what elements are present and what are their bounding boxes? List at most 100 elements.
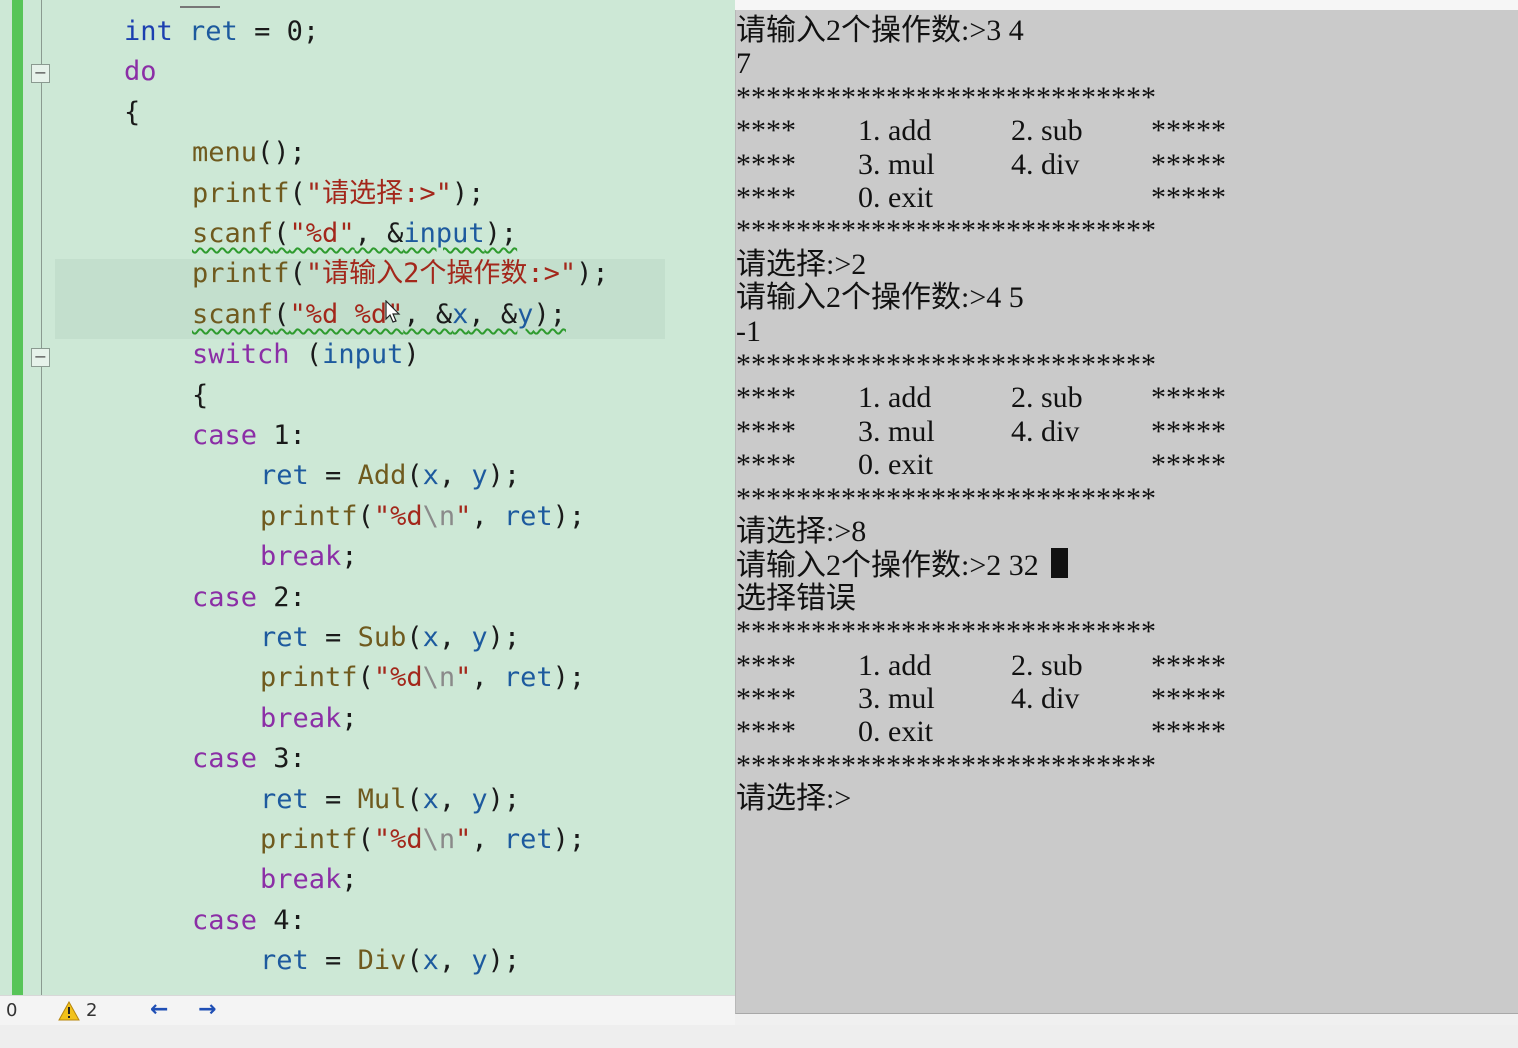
code-line[interactable]: int ret = 0;: [124, 12, 319, 52]
console-menu-cell: 0. exit: [858, 448, 933, 482]
console-menu-cell: 0. exit: [858, 715, 933, 749]
code-token: = 0;: [237, 16, 320, 47]
code-token: "%d: [373, 500, 423, 532]
code-line[interactable]: case 3:: [192, 739, 306, 779]
code-line[interactable]: printf("%d\n", ret);: [260, 820, 585, 860]
navigate-forward-button[interactable]: →: [198, 997, 216, 1022]
code-token: printf: [192, 177, 290, 209]
code-token: int: [124, 16, 173, 47]
code-token: );: [487, 460, 521, 492]
code-token: y: [471, 945, 488, 977]
code-line[interactable]: printf("%d\n", ret);: [260, 497, 585, 537]
code-line[interactable]: case 4:: [192, 901, 306, 941]
console-text: 请选择:>8: [736, 515, 867, 548]
code-line[interactable]: scanf("%d", &input);: [192, 214, 517, 254]
code-token: (: [406, 622, 423, 653]
code-token: ret: [189, 16, 238, 47]
navigate-back-button[interactable]: ←: [150, 997, 168, 1022]
console-text-line: 请选择:>2: [736, 248, 866, 282]
code-token: );: [552, 662, 586, 694]
console-text: ****************************: [736, 214, 1156, 248]
code-token: x: [422, 945, 439, 977]
outline-guide-line: [41, 0, 42, 995]
code-token: );: [552, 824, 586, 855]
console-menu-cell: 2. sub: [1011, 381, 1083, 415]
code-token: Add: [357, 460, 407, 492]
code-line[interactable]: {: [192, 376, 208, 416]
code-token: Div: [357, 945, 407, 977]
warning-count[interactable]: 2: [86, 1000, 97, 1021]
mouse-pointer-icon: [385, 300, 401, 323]
collapse-do-block-icon[interactable]: −: [31, 64, 50, 83]
code-token: y: [471, 460, 488, 492]
code-token: x: [422, 622, 439, 653]
console-menu-cell: 4. div: [1011, 682, 1080, 715]
code-line[interactable]: break;: [260, 537, 358, 577]
console-separator-line: ****************************: [736, 214, 1156, 248]
code-line[interactable]: ret = Sub(x, y);: [260, 618, 520, 658]
code-line[interactable]: ret = Add(x, y);: [260, 456, 520, 496]
code-token: (: [357, 662, 374, 694]
code-token: ,: [438, 460, 472, 492]
console-menu-cell: 1. add: [858, 114, 932, 148]
code-line[interactable]: printf("请输入2个操作数:>");: [192, 254, 609, 294]
code-line[interactable]: menu();: [192, 133, 306, 173]
console-menu-cell: *****: [1151, 181, 1226, 214]
collapse-switch-block-icon[interactable]: −: [31, 348, 50, 367]
code-token: 3:: [257, 743, 306, 775]
code-line[interactable]: scanf("%d %d", &x, &y);: [192, 295, 566, 335]
code-editor[interactable]: − − int ret = 0; do{menu(); printf("请选择:>"…: [0, 0, 735, 995]
console-separator-line: ****************************: [736, 348, 1156, 382]
console-menu-cell: 2. sub: [1011, 114, 1083, 148]
code-token: );: [487, 622, 521, 653]
console-menu-cell: 3. mul: [858, 414, 935, 448]
code-line[interactable]: break;: [260, 860, 358, 900]
console-text: 请输入2个操作数:>4 5: [736, 281, 1024, 315]
code-token: );: [576, 258, 609, 290]
code-token: ret: [503, 824, 553, 855]
code-token: ,: [438, 783, 472, 815]
code-line[interactable]: case 2:: [192, 578, 306, 618]
console-text: 请选择:>2: [736, 247, 867, 281]
code-line[interactable]: printf("%d\n", ret);: [260, 658, 585, 698]
code-token: case: [192, 904, 258, 936]
code-token: (: [273, 218, 290, 249]
console-menu-cell: 0. exit: [858, 181, 933, 214]
console-text: 请输入2个操作数:>2 32: [736, 549, 1039, 583]
code-token: );: [484, 218, 518, 249]
code-token: =: [308, 460, 358, 492]
code-line[interactable]: printf("请选择:>");: [192, 174, 484, 214]
code-token: x: [422, 783, 439, 815]
code-line[interactable]: do: [124, 52, 157, 92]
code-line[interactable]: switch (input): [192, 335, 420, 375]
code-token: "%d": [289, 218, 355, 249]
console-menu-cell: 3. mul: [858, 682, 935, 715]
code-token: ;: [341, 702, 358, 734]
code-line[interactable]: case 1:: [192, 416, 306, 456]
code-token: \n: [422, 824, 456, 855]
code-token: Sub: [357, 622, 407, 653]
console-menu-cell: *****: [1151, 114, 1226, 148]
code-token: ,: [471, 824, 504, 855]
code-token: case: [192, 420, 258, 451]
console-menu-cell: *****: [1151, 147, 1226, 181]
code-line[interactable]: break;: [260, 699, 358, 739]
code-token: 2:: [257, 581, 306, 613]
console-menu-cell: ****: [736, 448, 796, 482]
code-line[interactable]: {: [124, 93, 140, 133]
console-menu-cell: 1. add: [858, 648, 932, 682]
error-count[interactable]: 0: [6, 1000, 17, 1021]
console-menu-line: **** 3. mul 4. div *****: [736, 682, 1256, 716]
warning-icon: [58, 1001, 80, 1021]
console-menu-cell: ****: [736, 181, 796, 214]
console-text: ****************************: [736, 348, 1156, 381]
console-text-line: 请选择:>8: [736, 515, 866, 549]
code-token: y: [517, 298, 534, 330]
console-window[interactable]: 请输入2个操作数:>3 4 7 **************************…: [735, 10, 1518, 1014]
console-menu-line: **** 0. exit *****: [736, 181, 1256, 215]
change-indicator-bar: [12, 0, 23, 995]
code-line[interactable]: ret = Div(x, y);: [260, 941, 520, 981]
code-line[interactable]: ret = Mul(x, y);: [260, 780, 520, 820]
code-token: ret: [260, 622, 309, 653]
